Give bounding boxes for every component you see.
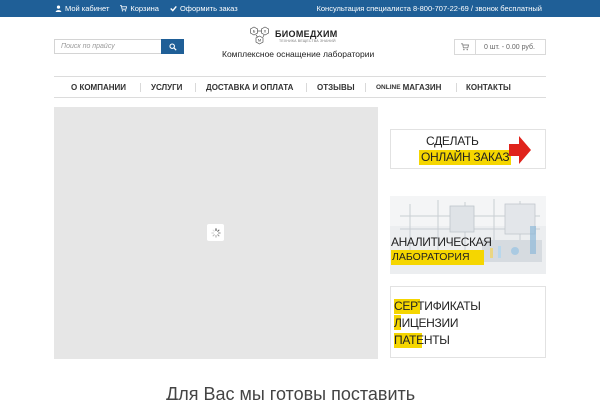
main-nav: О КОМПАНИИ УСЛУГИ ДОСТАВКА И ОПЛАТА ОТЗЫ… xyxy=(54,76,546,98)
loading-spinner xyxy=(207,224,224,241)
certs-banner-line1: СЕРТИФИКАТЫ xyxy=(394,299,481,313)
order-banner-line2: ОНЛАЙН ЗАКАЗ xyxy=(419,150,512,165)
molecule-logo-icon: Б Х М xyxy=(250,26,269,45)
search-box xyxy=(54,39,184,54)
nav-item-shop[interactable]: ONLINE МАГАЗИН xyxy=(376,77,441,97)
nav-label: О КОМПАНИИ xyxy=(71,82,127,92)
logo-letter: Х xyxy=(264,29,267,34)
lab-banner-line1: АНАЛИТИЧЕСКАЯ xyxy=(391,235,492,249)
logo-letter: Б xyxy=(253,29,256,34)
cart-icon xyxy=(461,43,469,51)
cart-link[interactable]: Корзина xyxy=(120,4,159,13)
user-icon xyxy=(55,5,62,12)
nav-item-services[interactable]: УСЛУГИ xyxy=(151,77,182,97)
order-banner-line1: СДЕЛАТЬ xyxy=(426,134,479,148)
certs-banner-line2: ЛИЦЕНЗИИ xyxy=(394,316,459,330)
cart-label: Корзина xyxy=(130,4,159,13)
search-button[interactable] xyxy=(161,39,184,54)
search-input[interactable] xyxy=(54,39,162,54)
cart-divider xyxy=(475,39,476,55)
logo-name: БИОМЕДХИМ xyxy=(275,29,338,39)
nav-label: ДОСТАВКА И ОПЛАТА xyxy=(206,82,294,92)
nav-label: МАГАЗИН xyxy=(402,82,442,92)
site-logo[interactable]: Б Х М БИОМЕДХИМ ТЕХНИКА ВЕЩЕСТВА ЗНАНИЙ xyxy=(248,26,368,46)
certs-banner-line3: ПАТЕНТЫ xyxy=(394,333,450,347)
section-title: Для Вас мы готовы поставить xyxy=(166,384,416,400)
checkout-link[interactable]: Оформить заказ xyxy=(170,4,238,13)
top-bar: Мой кабинет Корзина Оформить заказ Консу… xyxy=(0,0,600,17)
checkout-label: Оформить заказ xyxy=(179,4,238,13)
main-slider[interactable] xyxy=(54,107,378,359)
search-icon xyxy=(169,42,177,51)
order-online-banner[interactable]: СДЕЛАТЬ ОНЛАЙН ЗАКАЗ xyxy=(390,129,546,169)
certificates-banner[interactable]: СЕРТИФИКАТЫ ЛИЦЕНЗИИ ПАТЕНТЫ xyxy=(390,286,546,358)
logo-letter: М xyxy=(258,38,261,43)
nav-prefix: ONLINE xyxy=(376,83,401,91)
nav-label: КОНТАКТЫ xyxy=(466,82,511,92)
nav-item-contacts[interactable]: КОНТАКТЫ xyxy=(466,77,511,97)
nav-divider xyxy=(365,83,366,92)
site-tagline: Комплексное оснащение лаборатории xyxy=(222,49,375,59)
nav-item-reviews[interactable]: ОТЗЫВЫ xyxy=(317,77,355,97)
my-account-label: Мой кабинет xyxy=(65,4,110,13)
nav-divider xyxy=(456,83,457,92)
spinner-icon xyxy=(210,227,221,238)
header-cart[interactable]: 0 шт. - 0.00 руб. xyxy=(454,39,546,55)
nav-divider xyxy=(140,83,141,92)
consultation-phone[interactable]: Консультация специалиста 8-800-707-22-69… xyxy=(317,0,542,17)
nav-label: ОТЗЫВЫ xyxy=(317,82,355,92)
cart-summary: 0 шт. - 0.00 руб. xyxy=(484,43,535,51)
red-arrow-icon xyxy=(509,136,531,164)
lab-banner-line2: ЛАБОРАТОРИЯ xyxy=(391,250,484,265)
nav-item-about[interactable]: О КОМПАНИИ xyxy=(71,77,126,97)
top-links: Мой кабинет Корзина Оформить заказ xyxy=(55,0,238,17)
cart-icon xyxy=(120,5,128,12)
logo-subtitle: ТЕХНИКА ВЕЩЕСТВА ЗНАНИЙ xyxy=(279,39,336,43)
nav-item-delivery[interactable]: ДОСТАВКА И ОПЛАТА xyxy=(206,77,293,97)
nav-divider xyxy=(306,83,307,92)
my-account-link[interactable]: Мой кабинет xyxy=(55,4,109,13)
nav-divider xyxy=(195,83,196,92)
nav-label: УСЛУГИ xyxy=(151,82,183,92)
check-icon xyxy=(170,5,177,12)
analytical-lab-banner[interactable]: АНАЛИТИЧЕСКАЯ ЛАБОРАТОРИЯ xyxy=(390,196,546,274)
